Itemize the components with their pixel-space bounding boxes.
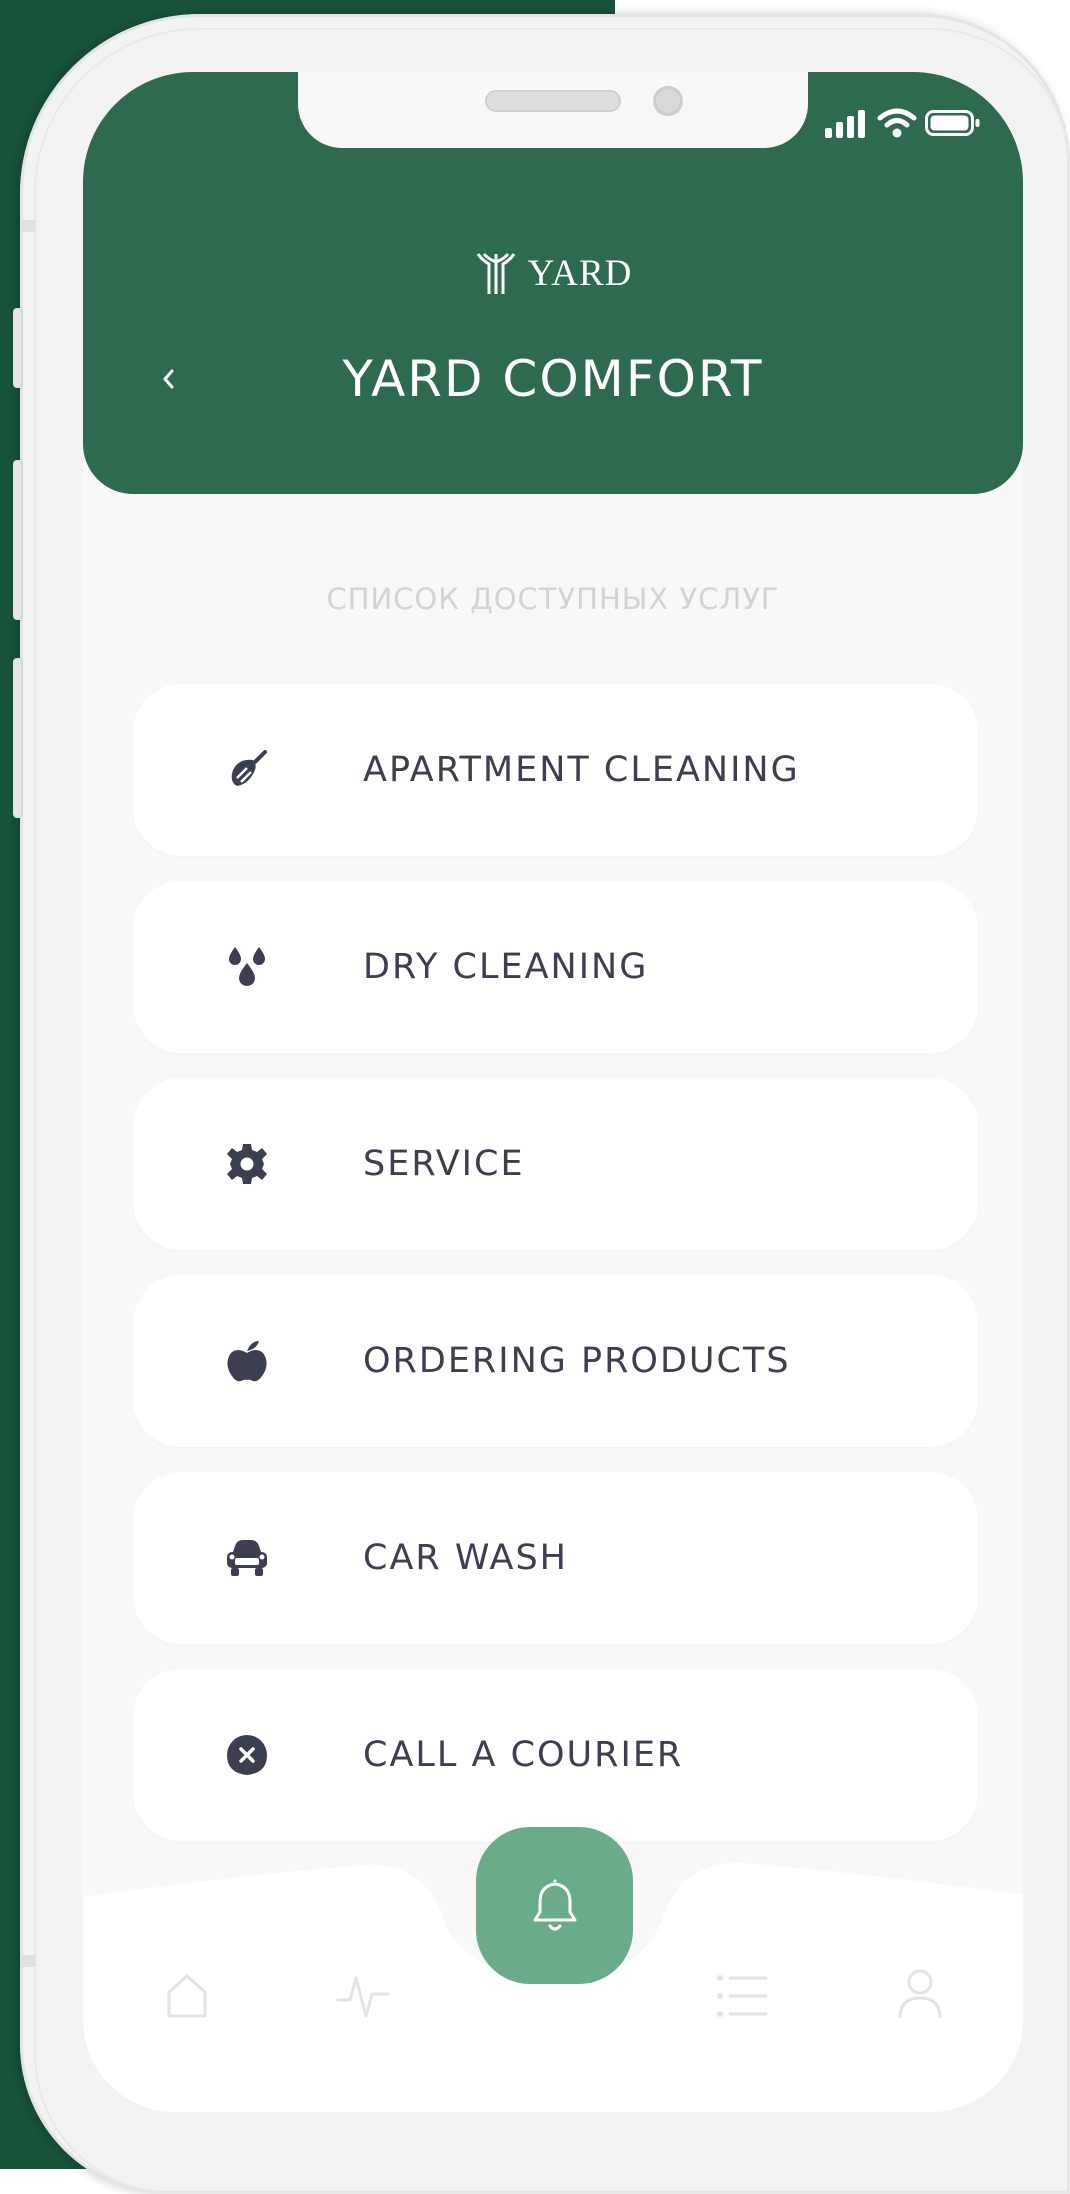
service-item-car-wash[interactable]: CAR WASH bbox=[133, 1472, 978, 1644]
wifi-icon bbox=[877, 108, 917, 138]
antenna-band bbox=[20, 1955, 36, 1967]
service-label: DRY CLEANING bbox=[363, 947, 649, 987]
volume-down-button bbox=[13, 658, 23, 818]
section-title: СПИСОК ДОСТУПНЫХ УСЛУГ bbox=[326, 582, 780, 616]
bell-icon bbox=[533, 1879, 576, 1930]
page-title: YARD COMFORT bbox=[342, 350, 764, 408]
mute-switch bbox=[13, 308, 23, 388]
list-icon[interactable] bbox=[716, 1972, 768, 2020]
gear-icon bbox=[227, 1144, 267, 1184]
user-icon[interactable] bbox=[897, 1968, 943, 2020]
drops-icon bbox=[229, 947, 265, 986]
service-label: CAR WASH bbox=[363, 1538, 568, 1578]
home-icon[interactable] bbox=[165, 1972, 209, 2020]
speaker-grille bbox=[485, 90, 621, 112]
battery-icon bbox=[925, 110, 980, 136]
yard-logo-icon bbox=[476, 253, 515, 294]
brand-logo: YARD bbox=[83, 248, 1023, 298]
service-item-call-a-courier[interactable]: CALL A COURIER bbox=[133, 1669, 978, 1841]
antenna-band bbox=[20, 220, 36, 232]
notifications-button[interactable] bbox=[476, 1827, 633, 1984]
service-label: SERVICE bbox=[363, 1144, 525, 1184]
front-camera bbox=[653, 86, 683, 116]
service-item-service[interactable]: SERVICE bbox=[133, 1078, 978, 1250]
brand-name: YARD bbox=[527, 252, 633, 294]
service-item-dry-cleaning[interactable]: DRY CLEANING bbox=[133, 881, 978, 1053]
device-notch bbox=[298, 72, 808, 148]
service-label: CALL A COURIER bbox=[363, 1735, 684, 1775]
app-screen: YARD YARD COMFORT СПИСОК ДОСТУПНЫХ УСЛУГ… bbox=[83, 72, 1023, 2112]
broom-icon bbox=[231, 750, 267, 786]
volume-up-button bbox=[13, 460, 23, 620]
signal-icon bbox=[825, 110, 865, 138]
service-label: ORDERING PRODUCTS bbox=[363, 1341, 791, 1381]
app-header: YARD YARD COMFORT bbox=[83, 72, 1023, 494]
apple-icon bbox=[227, 1341, 267, 1382]
service-item-apartment-cleaning[interactable]: APARTMENT CLEANING bbox=[133, 684, 978, 856]
service-label: APARTMENT CLEANING bbox=[363, 750, 800, 790]
service-item-ordering-products[interactable]: ORDERING PRODUCTS bbox=[133, 1275, 978, 1447]
car-icon bbox=[227, 1540, 267, 1576]
activity-icon[interactable] bbox=[336, 1972, 390, 2020]
location-pin-icon bbox=[227, 1735, 267, 1775]
